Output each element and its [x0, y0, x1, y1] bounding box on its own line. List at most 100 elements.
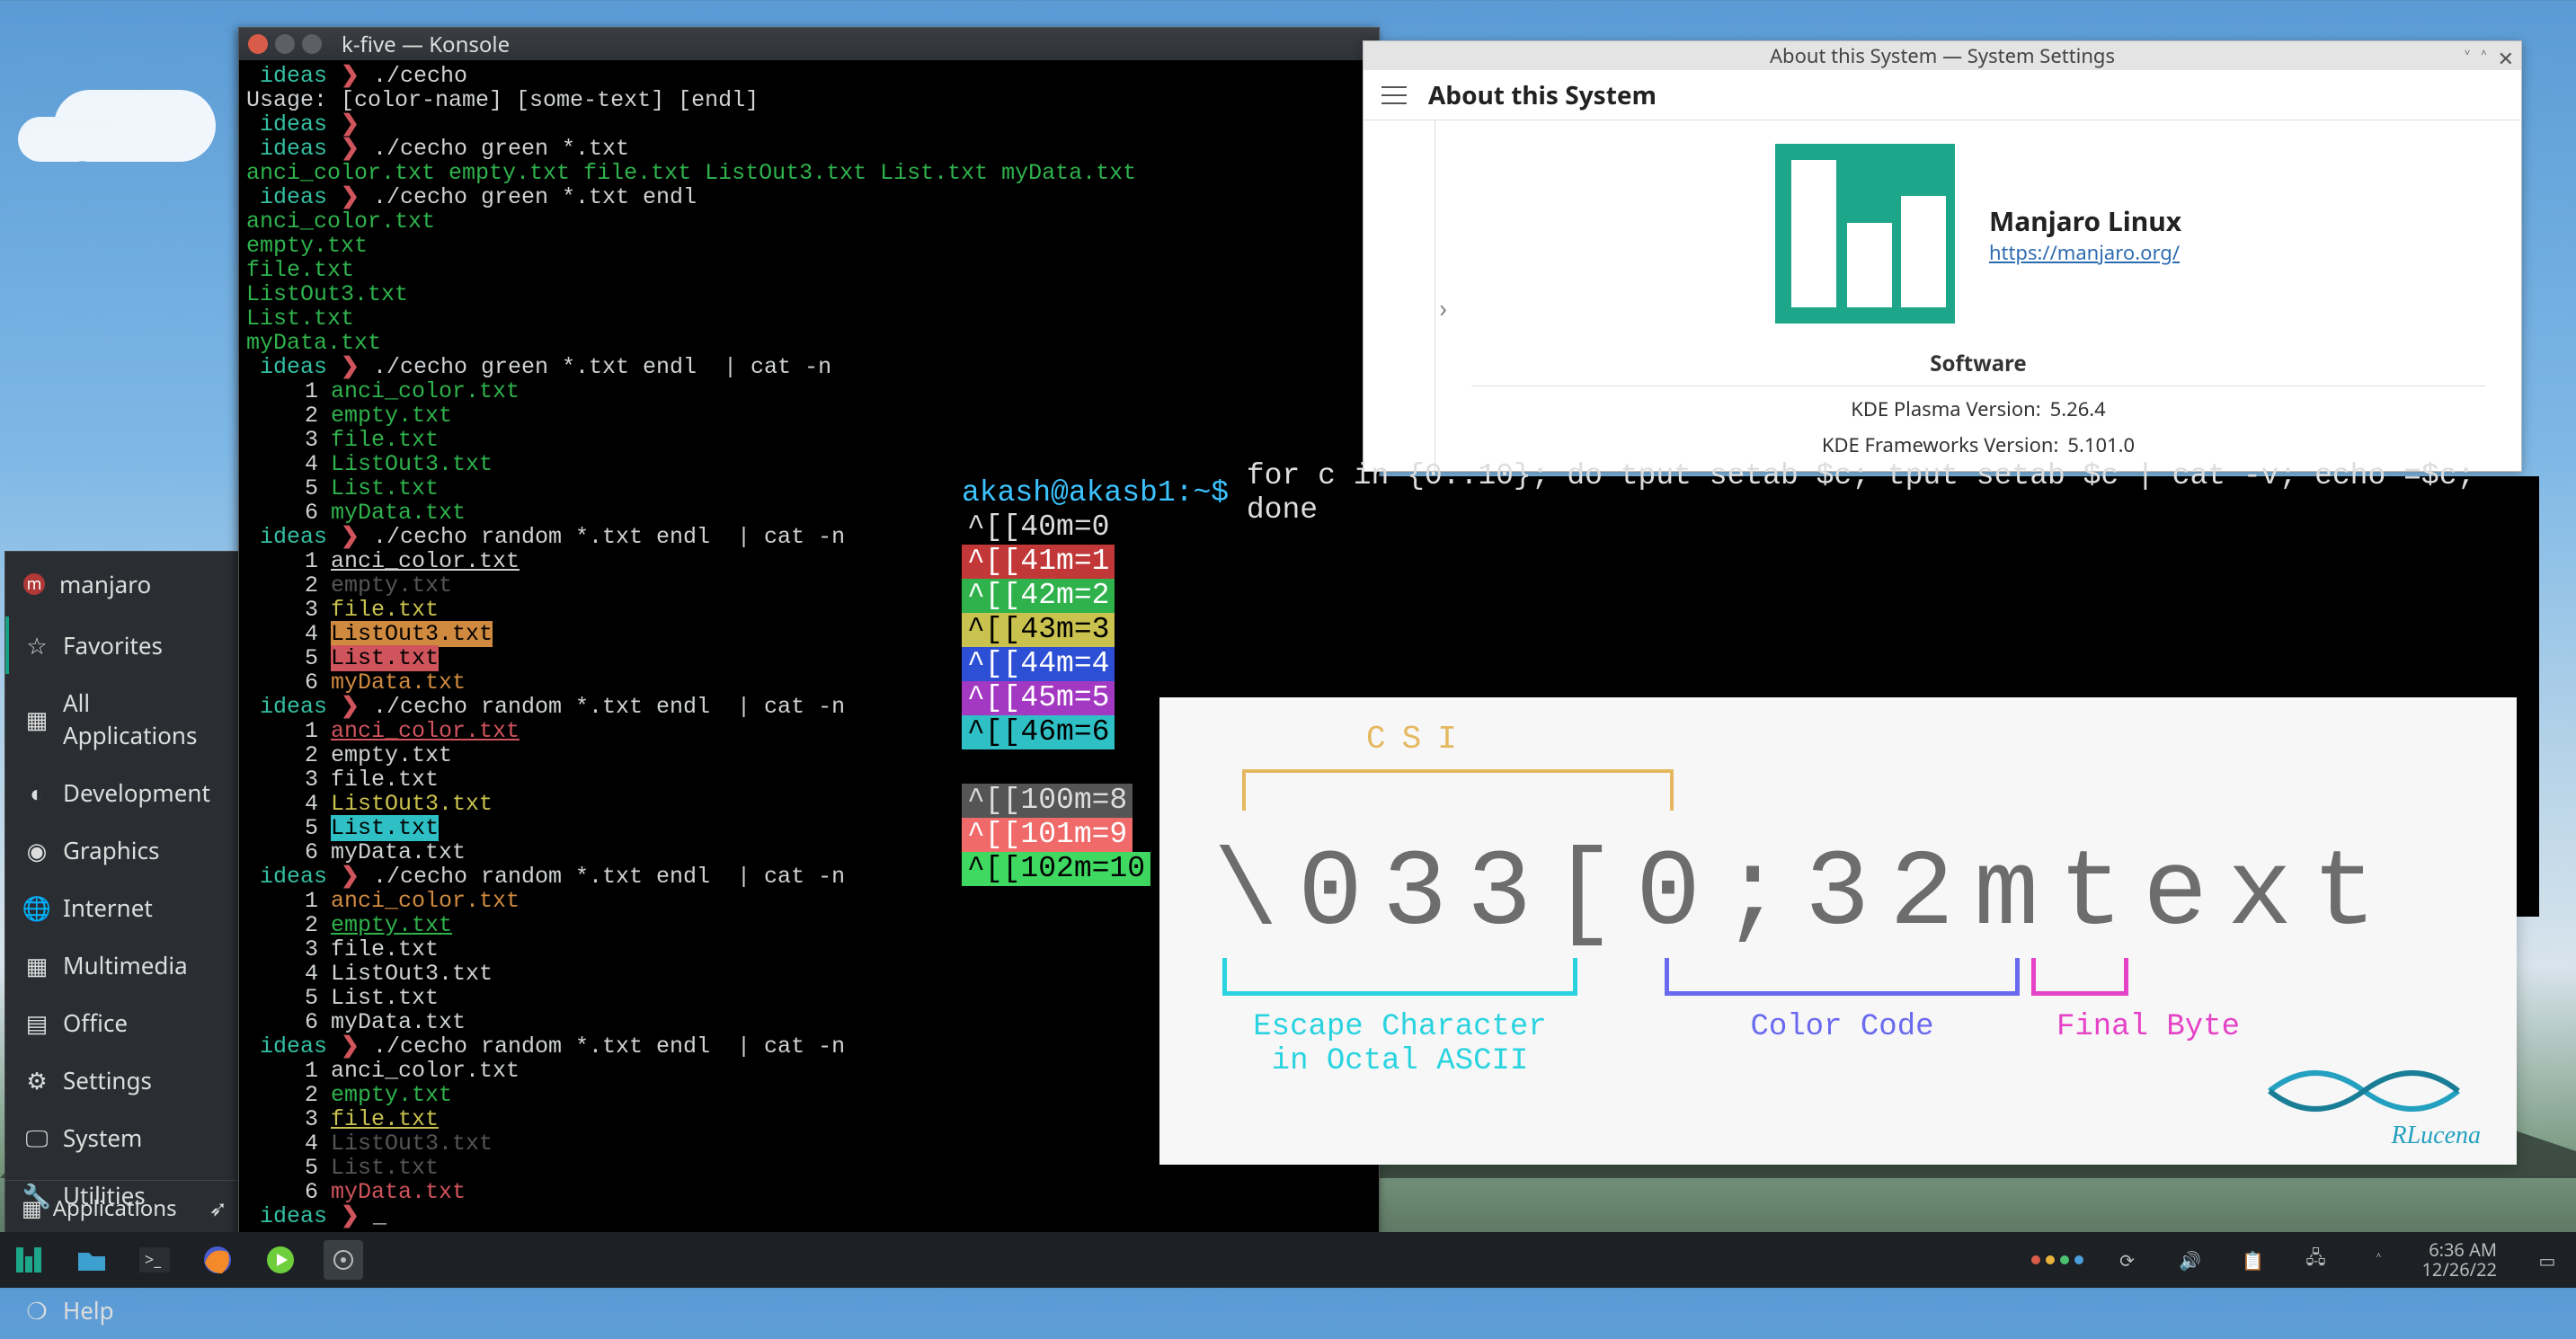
diagram-colorcode-label: Color Code [1665, 1010, 2020, 1044]
sidebar-item-help[interactable]: ❍ Help [5, 1281, 242, 1339]
tray-dot-yellow-icon [2046, 1255, 2055, 1264]
terminal-line: anci_color.txt [246, 209, 1372, 234]
about-os-url[interactable]: https://manjaro.org/ [1989, 239, 2180, 266]
about-header: About this System [1364, 70, 2521, 120]
terminal-line: myData.txt [246, 331, 1372, 355]
sidebar-item-label: Favorites [63, 629, 163, 661]
grid-icon: ▦ [22, 1193, 42, 1223]
sidebar-item-development[interactable]: ◐ Development [5, 764, 242, 821]
terminal-icon[interactable]: >_ [135, 1240, 174, 1280]
taskbar-clock[interactable]: 6:36 AM 12/26/22 [2421, 1240, 2504, 1280]
diagram-escape-sequence: \033[0;32mtext [1213, 834, 2396, 956]
sidebar-item-label: Help [63, 1294, 114, 1326]
diagram-colorcode-bracket [1665, 958, 2020, 996]
maximize-icon[interactable] [302, 34, 322, 54]
firefox-icon[interactable] [198, 1240, 237, 1280]
taskbar-running-app[interactable] [324, 1240, 363, 1280]
maximize-icon[interactable]: ˄ [2481, 45, 2486, 72]
about-system-window[interactable]: About this System — System Settings ˅ ˄ … [1363, 40, 2522, 472]
terminal-line: 2empty.txt [246, 403, 1372, 428]
development-icon: ◐ [27, 776, 47, 809]
terminal2-prompt: akash@akasb1:~$ [962, 476, 1229, 510]
sidebar-item-label: All Applications [63, 687, 224, 751]
minimize-icon[interactable] [275, 34, 295, 54]
diagram-brand: RLucena [2391, 1122, 2481, 1150]
close-icon[interactable] [248, 34, 268, 54]
diagram-escape-label: Escape Characterin Octal ASCII [1222, 1010, 1577, 1078]
diagram-csi-label: CSI [1366, 721, 1473, 758]
about-software-heading: Software [1471, 349, 2485, 386]
about-header-title: About this System [1428, 78, 1657, 112]
help-icon: ❍ [27, 1294, 47, 1326]
ansi-escape-diagram: CSI \033[0;32mtext Escape Characterin Oc… [1159, 697, 2517, 1165]
favorites-icon: ☆ [27, 629, 47, 661]
tray-chevron-icon[interactable]: ˄ [2358, 1240, 2398, 1280]
sidebar-item-all-applications[interactable]: ▦ All Applications [5, 674, 242, 764]
konsole-titlebar[interactable]: k-five — Konsole [239, 28, 1379, 60]
taskbar[interactable]: >_ ⟳ 🔊 📋 🖧 ˄ 6:36 AM 12/26/22 ▭ [0, 1232, 2576, 1288]
terminal-line: ideas ❯ ./cecho green *.txt endl [246, 185, 1372, 209]
terminal-line: 3file.txt [246, 428, 1372, 452]
svg-text:>_: >_ [145, 1249, 162, 1271]
tray-network-icon[interactable]: 🖧 [2296, 1240, 2335, 1280]
file-manager-icon[interactable] [72, 1240, 111, 1280]
about-content: Manjaro Linux https://manjaro.org/ Softw… [1435, 120, 2521, 471]
about-os-name: Manjaro Linux [1989, 202, 2181, 239]
about-info-row: KDE Plasma Version:5.26.4 [1471, 395, 2485, 422]
internet-icon: 🌐 [27, 891, 47, 924]
terminal2-row: ^[[41m=1 [962, 545, 2539, 579]
sidebar-item-favorites[interactable]: ☆ Favorites [5, 616, 242, 674]
terminal2-row: ^[[44m=4 [962, 647, 2539, 681]
show-desktop-icon[interactable]: ▭ [2527, 1240, 2567, 1280]
wallpaper-cloud [54, 90, 216, 162]
start-menu-brand: m manjaro [5, 552, 242, 616]
sidebar-item-label: System [63, 1122, 142, 1154]
diagram-finalbyte-bracket [2031, 958, 2128, 996]
clock-date: 12/26/22 [2421, 1260, 2497, 1280]
compass-icon: ➶ [209, 1193, 227, 1223]
tray-status-dots[interactable] [2031, 1255, 2083, 1264]
tray-dot-green-icon [2060, 1255, 2069, 1264]
sidebar-item-graphics[interactable]: ◉Graphics [5, 821, 242, 879]
terminal-line: ideas ❯ ./cecho green *.txt endl | cat -… [246, 355, 1372, 379]
sidebar-item-label: Development [63, 776, 210, 809]
start-button[interactable] [9, 1240, 49, 1280]
start-menu-brand-label: manjaro [59, 568, 151, 600]
start-menu-footer-apps[interactable]: Applications [53, 1193, 177, 1223]
software-center-icon[interactable] [261, 1240, 300, 1280]
tray-updates-icon[interactable]: ⟳ [2107, 1240, 2146, 1280]
tray-dot-red-icon [2031, 1255, 2040, 1264]
terminal-line: 6myData.txt [246, 1180, 1372, 1204]
about-sidebar[interactable]: › [1364, 120, 1435, 471]
hamburger-icon[interactable] [1381, 86, 1407, 104]
terminal-line: ideas ❯ ./cecho green *.txt [246, 137, 1372, 161]
konsole-title: k-five — Konsole [342, 30, 510, 59]
terminal-line: 1anci_color.txt [246, 379, 1372, 403]
sidebar-item-settings[interactable]: ⚙Settings [5, 1051, 242, 1109]
diagram-finalbyte-label: Final Byte [2031, 1010, 2265, 1044]
close-icon[interactable]: ✕ [2498, 45, 2514, 72]
terminal-line: ideas ❯ ./cecho [246, 64, 1372, 88]
multimedia-icon: ▦ [27, 949, 47, 981]
sidebar-item-label: Settings [63, 1064, 152, 1096]
tray-volume-icon[interactable]: 🔊 [2170, 1240, 2209, 1280]
terminal-line: Usage: [color-name] [some-text] [endl] [246, 88, 1372, 112]
sidebar-item-system[interactable]: 🖵System [5, 1109, 242, 1166]
sidebar-item-label: Graphics [63, 834, 159, 866]
tray-clipboard-icon[interactable]: 📋 [2233, 1240, 2272, 1280]
about-titlebar[interactable]: About this System — System Settings ˅ ˄ … [1364, 41, 2521, 70]
start-menu[interactable]: m manjaro ☆ Favorites ▦ All Applications ◐ De… [4, 551, 243, 1237]
sidebar-item-multimedia[interactable]: ▦ Multimedia [5, 936, 242, 994]
all-applications-icon: ▦ [27, 703, 47, 735]
sidebar-item-office[interactable]: ▤Office [5, 994, 242, 1051]
terminal2-row: ^[[43m=3 [962, 613, 2539, 647]
terminal-line: file.txt [246, 258, 1372, 282]
about-window-title: About this System — System Settings [1770, 42, 2115, 69]
minimize-icon[interactable]: ˅ [2465, 45, 2470, 72]
sidebar-item-label: Multimedia [63, 949, 188, 981]
terminal-line: 4ListOut3.txt [246, 452, 1372, 476]
sidebar-item-internet[interactable]: 🌐Internet [5, 879, 242, 936]
terminal-line: ListOut3.txt [246, 282, 1372, 306]
about-info-row: KDE Frameworks Version:5.101.0 [1471, 431, 2485, 458]
start-menu-footer: ▦ Applications ➶ Pla [5, 1180, 242, 1236]
